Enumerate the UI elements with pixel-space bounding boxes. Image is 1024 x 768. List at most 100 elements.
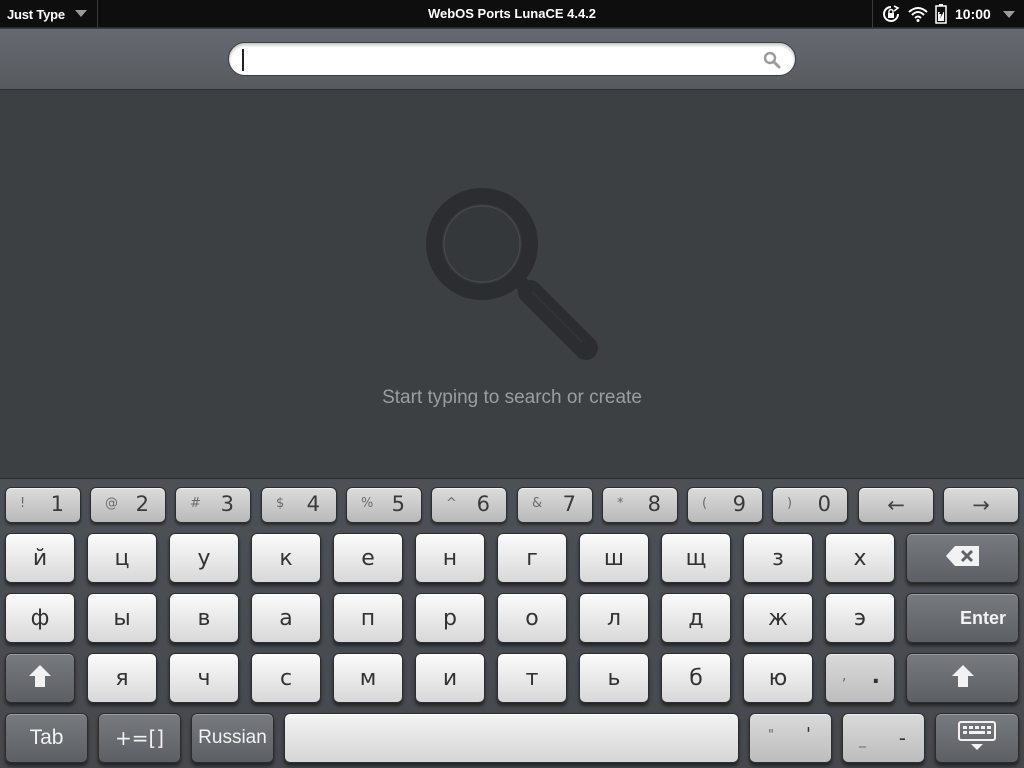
arrow-left-key[interactable]: ← [858,487,934,523]
key-letter[interactable]: г [497,533,567,583]
key-letter[interactable]: р [415,593,485,643]
key-letter[interactable]: й [5,533,75,583]
shift-left-key[interactable] [5,653,75,703]
key-letter[interactable]: е [333,533,403,583]
key-letter[interactable]: к [251,533,321,583]
key-letter[interactable]: ш [579,533,649,583]
key-letter[interactable]: а [251,593,321,643]
key-digit: 6 [476,492,490,516]
comma-period-key[interactable]: , . [825,653,895,703]
space-key[interactable] [284,713,739,763]
key-8[interactable]: * 8 [602,487,678,523]
key-letter[interactable]: и [415,653,485,703]
shift-right-key[interactable] [906,653,1019,703]
key-letter[interactable]: п [333,593,403,643]
key-7[interactable]: & 7 [517,487,593,523]
key-symbol: ( [702,496,708,511]
key-digit: 4 [306,492,320,516]
backspace-icon [945,545,981,572]
key-char: - [898,726,906,750]
tab-key-label: Tab [29,726,64,749]
magnifier-icon [420,188,610,373]
key-digit: 7 [562,492,576,516]
key-letter[interactable]: л [579,593,649,643]
key-letter[interactable]: я [87,653,157,703]
key-symbol: , [842,668,847,684]
key-letter[interactable]: о [497,593,567,643]
key-char: . [871,664,880,689]
language-key-label: Russian [198,727,267,748]
key-0[interactable]: ) 0 [772,487,848,523]
status-bar: WebOS Ports LunaCE 4.4.2 Just Type 10:00 [0,0,1024,28]
key-digit: 9 [732,492,746,516]
key-2[interactable]: @2 [90,487,166,523]
device-title: WebOS Ports LunaCE 4.4.2 [427,6,597,21]
key-digit: 1 [50,492,64,516]
key-5[interactable]: % 5 [346,487,422,523]
key-letter[interactable]: д [661,593,731,643]
shift-icon [951,664,975,693]
quote-key[interactable]: " ' [749,713,832,763]
key-symbol: ) [787,496,793,511]
clock: 10:00 [955,6,991,22]
language-key[interactable]: Russian [191,713,274,763]
key-letter[interactable]: ь [579,653,649,703]
hide-keyboard-key[interactable] [935,713,1019,763]
app-menu-label: Just Type [7,6,65,22]
rotation-lock-icon [881,5,901,23]
key-digit: 5 [391,492,405,516]
key-letter[interactable]: у [169,533,239,583]
enter-key-label: Enter [959,607,1006,628]
search-input[interactable] [243,49,743,71]
key-symbol: _ [859,732,866,748]
backspace-key[interactable] [906,533,1019,583]
key-symbol: @ [105,496,118,511]
virtual-keyboard: ! 1 @2 #3 $4 % 5 ^ 6 & 7 * 8 (9 ) 0 ← → й ц у … [0,478,1024,768]
key-symbol: % [361,496,374,511]
key-letter[interactable]: э [825,593,895,643]
wifi-icon [907,6,929,22]
app-menu-button[interactable]: Just Type [0,0,98,28]
search-icon[interactable] [763,51,781,74]
key-letter[interactable]: ж [743,593,813,643]
key-letter[interactable]: н [415,533,485,583]
key-letter[interactable]: б [661,653,731,703]
key-digit: 3 [220,492,234,516]
key-letter[interactable]: м [333,653,403,703]
key-symbol: " [768,728,774,743]
enter-key[interactable]: Enter [906,593,1019,643]
key-4[interactable]: $4 [261,487,337,523]
key-letter[interactable]: ф [5,593,75,643]
key-digit: 2 [135,492,149,516]
key-letter[interactable]: с [251,653,321,703]
key-symbol: # [190,496,201,511]
search-box[interactable] [228,42,796,76]
empty-state: Start typing to search or create [0,90,1024,478]
key-3[interactable]: #3 [175,487,251,523]
key-1[interactable]: ! 1 [5,487,81,523]
key-letter[interactable]: т [497,653,567,703]
dash-key[interactable]: _ - [842,713,925,763]
key-letter[interactable]: х [825,533,895,583]
key-letter[interactable]: в [169,593,239,643]
key-letter[interactable]: ы [87,593,157,643]
search-header [0,29,1024,90]
key-6[interactable]: ^ 6 [431,487,507,523]
arrow-right-key[interactable]: → [943,487,1019,523]
key-letter[interactable]: щ [661,533,731,583]
key-letter[interactable]: ч [169,653,239,703]
hide-keyboard-icon [957,720,997,757]
tab-key[interactable]: Tab [5,713,88,763]
key-symbol: $ [276,496,285,511]
key-9[interactable]: (9 [687,487,763,523]
chevron-down-icon [75,10,87,17]
system-menu-button[interactable]: 10:00 [872,0,1024,28]
key-digit: 8 [647,492,661,516]
arrow-right-icon: → [972,493,990,517]
symbols-key[interactable]: +=[] [98,713,181,763]
key-letter[interactable]: з [743,533,813,583]
key-letter[interactable]: ю [743,653,813,703]
key-letter[interactable]: ц [87,533,157,583]
key-symbol: ^ [446,496,457,511]
symbols-key-label: +=[] [114,726,165,750]
